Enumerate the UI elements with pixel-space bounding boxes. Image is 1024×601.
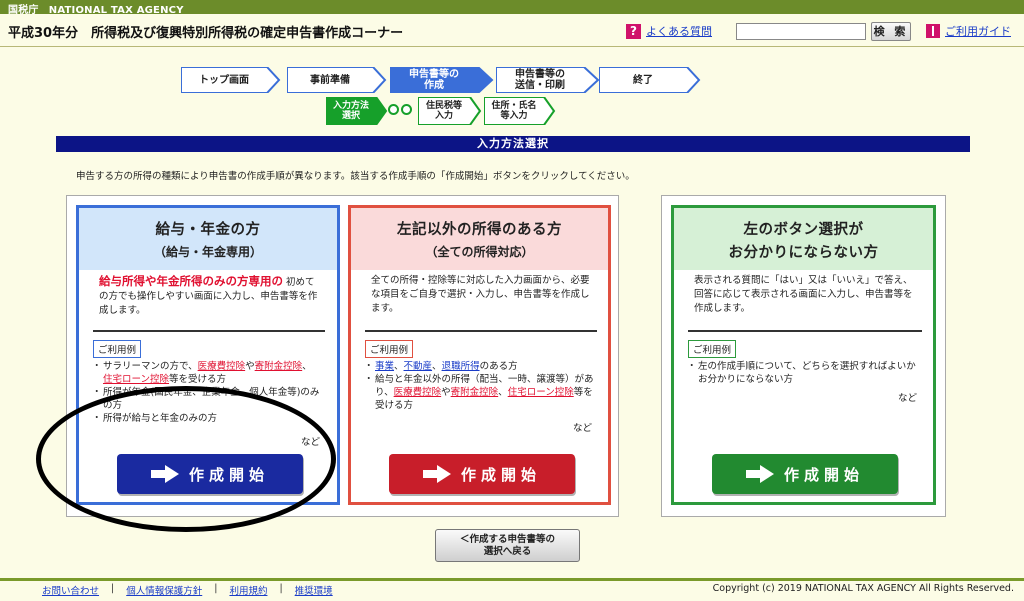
salary-start-label: 作成開始	[188, 465, 269, 484]
substep-address-label: 住所・氏名 等入力	[491, 101, 537, 121]
card-salary-usage-tag: ご利用例	[93, 340, 142, 358]
card-other-usage-tag: ご利用例	[365, 340, 414, 358]
footer-separator: |	[214, 583, 218, 594]
card-unsure-head: 左のボタン選択が お分かりにならない方	[674, 208, 933, 270]
list-item: 所得が年金(国民年金、企業年金、個人年金等)のみの方	[92, 386, 321, 412]
card-unsure-title2: お分かりにならない方	[728, 245, 879, 261]
list-item: サラリーマンの方で、医療費控除や寄附金控除、住宅ローン控除等を受ける方	[92, 360, 321, 386]
agency-bar: 国税庁 NATIONAL TAX AGENCY	[0, 0, 1024, 16]
step-create: 申告書等の 作成	[390, 67, 494, 93]
substep-method: 入力方法 選択	[326, 97, 388, 125]
footer-links: お問い合わせ | 個人情報保護方針 | 利用規約 | 推奨環境	[42, 583, 333, 597]
footer-rule	[0, 578, 1024, 581]
arrow-right-icon	[745, 465, 776, 483]
back-button[interactable]: ＜作成する申告書等の 選択へ戻る	[435, 529, 580, 562]
card-salary-desc: 給与所得や年金所得のみの方専用の 初めての方でも操作しやすい画面に入力し、申告書…	[99, 274, 323, 318]
step-top-label: トップ画面	[199, 74, 249, 86]
card-unsure-rule	[688, 330, 922, 332]
instruction-text: 申告する方の所得の種類により申告書の作成手順が異なります。該当する作成手順の「作…	[76, 171, 635, 182]
unsure-start-button[interactable]: 作成開始	[712, 454, 898, 494]
footer-link-environment[interactable]: 推奨環境	[295, 583, 333, 597]
step-create-label: 申告書等の 作成	[409, 69, 459, 91]
unsure-start-label: 作成開始	[783, 465, 864, 484]
faq-label[interactable]: よくある質問	[646, 23, 712, 39]
guide-label[interactable]: ご利用ガイド	[945, 23, 1011, 39]
list-item: 左の作成手順について、どちらを選択すればよいかお分かりにならない方	[687, 360, 920, 386]
guide-link[interactable]: ご利用ガイド	[926, 23, 1011, 39]
step-end: 終了	[599, 67, 701, 93]
footer-separator: |	[111, 583, 115, 594]
footer-separator: |	[279, 583, 283, 594]
card-salary-highlight: 給与所得や年金所得のみの方専用の	[99, 274, 283, 288]
substep-resident: 住民税等 入力	[418, 97, 482, 125]
step-send-label: 申告書等の 送信・印刷	[515, 69, 565, 91]
other-start-label: 作成開始	[460, 465, 541, 484]
card-salary-usage-list: サラリーマンの方で、医療費控除や寄附金控除、住宅ローン控除等を受ける方 所得が年…	[92, 360, 321, 425]
card-unsure-title: 左のボタン選択が	[743, 222, 864, 238]
header-divider	[0, 46, 1024, 47]
card-other-usage-list: 事業、不動産、退職所得のある方 給与と年金以外の所得（配当、一時、譲渡等）があり…	[364, 360, 595, 412]
card-salary-nado: など	[301, 437, 321, 448]
step-prep-label: 事前準備	[310, 74, 350, 86]
step-top: トップ画面	[181, 67, 281, 93]
substep-resident-label: 住民税等 入力	[425, 101, 462, 121]
header: 平成30年分 所得税及び復興特別所得税の確定申告書作成コーナー ? よくある質問…	[0, 14, 1024, 46]
card-salary-subtitle: （給与・年金専用）	[153, 245, 262, 259]
footer: お問い合わせ | 個人情報保護方針 | 利用規約 | 推奨環境 Copyrigh…	[0, 583, 1024, 599]
step-end-label: 終了	[633, 74, 653, 86]
card-other-desc: 全ての所得・控除等に対応した入力画面から、必要な項目をご自身で選択・入力し、申告…	[371, 275, 590, 314]
card-salary-head: 給与・年金の方 （給与・年金専用）	[79, 208, 337, 270]
substep-circle	[401, 104, 412, 115]
salary-start-button[interactable]: 作成開始	[117, 454, 303, 494]
card-other: 左記以外の所得のある方 （全ての所得対応） 全ての所得・控除等に対応した入力画面…	[348, 205, 611, 505]
card-salary-rule	[93, 330, 325, 332]
other-start-button[interactable]: 作成開始	[389, 454, 575, 494]
card-other-nado: など	[573, 423, 593, 434]
step-prep: 事前準備	[287, 67, 387, 93]
substep-method-label: 入力方法 選択	[332, 101, 369, 121]
substep-circles	[388, 104, 412, 115]
step-send: 申告書等の 送信・印刷	[496, 67, 600, 93]
card-other-subtitle: （全ての所得対応）	[425, 245, 534, 259]
card-unsure: 左のボタン選択が お分かりにならない方 表示される質問に「はい」又は「いいえ」で…	[671, 205, 936, 505]
card-salary: 給与・年金の方 （給与・年金専用） 給与所得や年金所得のみの方専用の 初めての方…	[76, 205, 340, 505]
section-title: 入力方法選択	[56, 136, 970, 152]
card-salary-title: 給与・年金の方	[155, 222, 261, 238]
list-item: 給与と年金以外の所得（配当、一時、譲渡等）があり、医療費控除や寄附金控除、住宅ロ…	[364, 373, 595, 412]
faq-link[interactable]: ? よくある質問	[626, 23, 712, 39]
card-unsure-usage-tag: ご利用例	[688, 340, 737, 358]
footer-link-terms[interactable]: 利用規約	[229, 583, 267, 597]
substep-address: 住所・氏名 等入力	[484, 97, 556, 125]
arrow-right-icon	[422, 465, 453, 483]
card-unsure-desc: 表示される質問に「はい」又は「いいえ」で答え、回答に応じて表示される画面に入力し…	[694, 275, 913, 314]
search-button[interactable]: 検 索	[871, 22, 911, 41]
copyright: Copyright (c) 2019 NATIONAL TAX AGENCY A…	[712, 583, 1014, 594]
page-title: 平成30年分 所得税及び復興特別所得税の確定申告書作成コーナー	[8, 26, 404, 41]
footer-link-contact[interactable]: お問い合わせ	[42, 583, 99, 597]
card-other-head: 左記以外の所得のある方 （全ての所得対応）	[351, 208, 608, 270]
list-item: 所得が給与と年金のみの方	[92, 412, 321, 425]
arrow-right-icon	[150, 465, 181, 483]
card-unsure-nado: など	[898, 393, 918, 404]
question-icon: ?	[626, 23, 641, 39]
footer-link-privacy[interactable]: 個人情報保護方針	[126, 583, 202, 597]
card-other-title: 左記以外の所得のある方	[397, 222, 562, 238]
book-icon	[926, 24, 940, 38]
search-input[interactable]	[736, 23, 866, 40]
card-unsure-usage-list: 左の作成手順について、どちらを選択すればよいかお分かりにならない方	[687, 360, 920, 386]
list-item: 事業、不動産、退職所得のある方	[364, 360, 595, 373]
card-other-rule	[365, 330, 597, 332]
substep-circle	[388, 104, 399, 115]
